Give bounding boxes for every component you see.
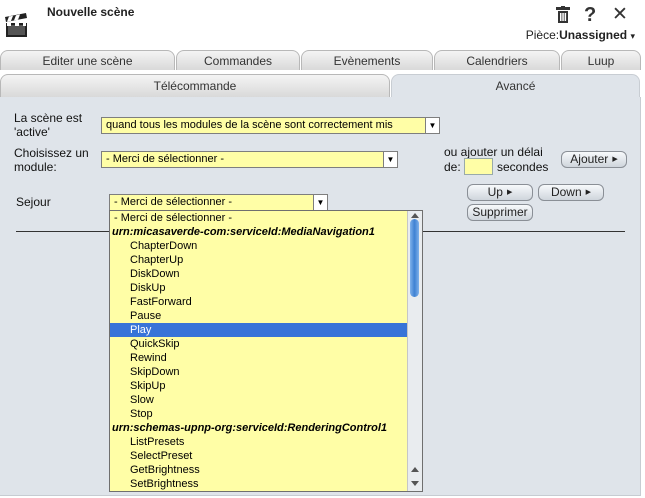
window-header: Nouvelle scène ? ✕ Pièce:Unassigned ▾ (0, 0, 645, 46)
option-group-header: urn:micasaverde-com:serviceId:MediaNavig… (112, 226, 375, 238)
dropdown-option[interactable]: - Merci de sélectionner - (110, 211, 408, 225)
delay-unit-label: secondes (497, 160, 549, 174)
play-arrow-icon: ▶ (585, 189, 592, 197)
dropdown-options: - Merci de sélectionner - urn:micasaverde… (110, 211, 408, 491)
scroll-down-icon[interactable] (411, 481, 419, 486)
tab-remote[interactable]: Télécommande (0, 74, 390, 97)
device-name: Sejour (16, 195, 51, 209)
tab-events[interactable]: Evènements (301, 50, 433, 70)
room-selector[interactable]: Pièce:Unassigned ▾ (526, 28, 635, 42)
dropdown-option[interactable]: Rewind (110, 351, 408, 365)
chevron-down-icon: ▼ (425, 118, 439, 133)
add-button[interactable]: Ajouter ▶ (561, 151, 627, 168)
module-select[interactable]: - Merci de sélectionner - ▼ (101, 151, 398, 168)
chevron-down-icon: ▼ (313, 195, 327, 210)
trash-icon[interactable] (555, 6, 571, 24)
active-mode-select[interactable]: quand tous les modules de la scène sont … (101, 117, 440, 134)
up-button[interactable]: Up ▶ (467, 184, 533, 201)
dropdown-option[interactable]: ChapterDown (110, 239, 408, 253)
delay-label: ou ajouter un délai (444, 145, 543, 159)
chevron-down-icon: ▼ (383, 152, 397, 167)
add-button-label: Ajouter (570, 152, 609, 166)
main-tabs: Editer une scène Commandes Evènements Ca… (0, 50, 645, 71)
action-select-value: - Merci de sélectionner - (114, 196, 232, 208)
dropdown-option[interactable]: SelectPreset (110, 449, 408, 463)
scroll-thumb[interactable] (410, 219, 419, 297)
dropdown-option[interactable]: DiskDown (110, 267, 408, 281)
dropdown-option[interactable]: Slow (110, 393, 408, 407)
dropdown-option[interactable]: SkipUp (110, 379, 408, 393)
up-button-label: Up (487, 185, 503, 199)
close-button[interactable]: ✕ (612, 5, 628, 24)
tab-edit-scene[interactable]: Editer une scène (0, 50, 175, 70)
play-arrow-icon: ▶ (506, 189, 513, 197)
tab-advanced[interactable]: Avancé (391, 74, 640, 97)
delay-input[interactable] (464, 158, 493, 175)
dropdown-option[interactable]: ListPresets (110, 435, 408, 449)
dropdown-option[interactable]: SetBrightness (110, 477, 408, 491)
dropdown-option[interactable]: Play (110, 323, 408, 337)
module-label: Choisissez un module: (14, 146, 89, 174)
tab-calendars[interactable]: Calendriers (434, 50, 560, 70)
play-arrow-icon: ▶ (612, 156, 618, 164)
tab-luup[interactable]: Luup (561, 50, 641, 70)
delay-de-label: de: (444, 160, 461, 174)
chevron-down-icon: ▾ (630, 31, 635, 41)
delete-button[interactable]: Supprimer (467, 204, 533, 221)
down-button-label: Down (550, 185, 582, 199)
option-group-header: urn:schemas-upnp-org:serviceId:Rendering… (112, 422, 388, 434)
command-subtabs: Télécommande Avancé (0, 74, 645, 97)
dropdown-option[interactable]: SkipDown (110, 365, 408, 379)
down-button[interactable]: Down ▶ (538, 184, 604, 201)
scene-title: Nouvelle scène (47, 5, 135, 19)
tab-commands[interactable]: Commandes (176, 50, 300, 70)
module-select-value: - Merci de sélectionner - (106, 153, 224, 165)
action-dropdown-list[interactable]: - Merci de sélectionner - urn:micasaverde… (109, 210, 423, 492)
dropdown-scrollbar[interactable] (407, 211, 422, 491)
dropdown-option[interactable]: Pause (110, 309, 408, 323)
scroll-up-icon[interactable] (411, 467, 419, 472)
clapperboard-icon (4, 12, 30, 40)
active-label: La scène est 'active' (14, 111, 83, 139)
action-select[interactable]: - Merci de sélectionner - ▼ (109, 194, 328, 211)
active-mode-value: quand tous les modules de la scène sont … (106, 119, 393, 131)
scroll-up-icon[interactable] (411, 213, 419, 218)
dropdown-option[interactable]: Stop (110, 407, 408, 421)
room-label: Pièce: (525, 28, 560, 42)
dropdown-option[interactable]: FastForward (110, 295, 408, 309)
help-button[interactable]: ? (584, 5, 596, 25)
dropdown-option[interactable]: DiskUp (110, 281, 408, 295)
dropdown-option[interactable]: ChapterUp (110, 253, 408, 267)
dropdown-option[interactable]: GetBrightness (110, 463, 408, 477)
room-value: Unassigned (559, 28, 628, 42)
dropdown-option[interactable]: QuickSkip (110, 337, 408, 351)
